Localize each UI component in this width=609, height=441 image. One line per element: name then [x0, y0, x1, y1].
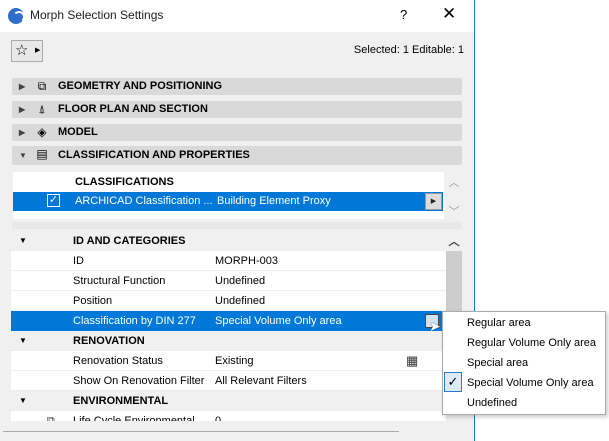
property-row[interactable]: ID MORPH-003	[11, 251, 446, 271]
property-group-header[interactable]: ▼ ID AND CATEGORIES	[11, 231, 446, 251]
property-group-header[interactable]: ▼ RENOVATION	[11, 331, 446, 351]
scroll-up-icon[interactable]: ︿	[446, 233, 462, 249]
collapse-arrow-icon: ▼	[19, 236, 27, 245]
dropdown-option[interactable]: Regular area	[467, 313, 531, 333]
property-name: Renovation Status	[73, 355, 163, 367]
property-row[interactable]: Structural Function Undefined	[11, 271, 446, 291]
section-classification-and-properties[interactable]: ▼ ▤ CLASSIFICATION AND PROPERTIES	[12, 146, 462, 165]
checkmark-icon: ✓	[444, 372, 462, 392]
help-button[interactable]: ?	[400, 7, 407, 22]
classifications-header: CLASSIFICATIONS	[13, 172, 444, 192]
dialog-title: Morph Selection Settings	[30, 8, 164, 22]
section-label: FLOOR PLAN AND SECTION	[58, 103, 208, 115]
section-geometry-and-positioning[interactable]: ▶ ⧉ GEOMETRY AND POSITIONING	[12, 78, 462, 95]
collapse-arrow-icon: ▼	[19, 396, 27, 405]
property-name: Show On Renovation Filter	[73, 375, 205, 387]
expand-arrow-icon: ▶	[19, 128, 26, 137]
group-label: ID AND CATEGORIES	[73, 235, 186, 247]
properties-panel: ▼ ID AND CATEGORIES ID MORPH-003 Structural …	[11, 231, 446, 421]
classifications-header-label: CLASSIFICATIONS	[75, 176, 174, 188]
property-row[interactable]: Show On Renovation Filter All Relevant Fi…	[11, 371, 446, 391]
classification-value: Building Element Proxy	[217, 195, 331, 207]
expand-arrow-icon: ▶	[19, 82, 26, 91]
property-value: 0	[215, 415, 222, 421]
property-row[interactable]: Renovation Status Existing ▦	[11, 351, 446, 371]
property-value: MORPH-003	[215, 255, 278, 267]
property-name: Position	[73, 295, 113, 307]
property-group-header[interactable]: ▼ ENVIRONMENTAL	[11, 391, 446, 411]
property-value: Special Volume Only area	[215, 315, 342, 327]
section-label: CLASSIFICATION AND PROPERTIES	[58, 149, 250, 161]
star-icon: ☆	[15, 42, 29, 59]
morph-selection-settings-dialog: Morph Selection Settings ? ✕ ☆ ▶ Selected…	[0, 0, 475, 441]
section-model[interactable]: ▶ ◈ MODEL	[12, 124, 462, 141]
model-icon: ◈	[37, 125, 47, 139]
dropdown-option[interactable]: Special Volume Only area	[467, 373, 594, 393]
splitter[interactable]	[12, 222, 462, 229]
close-button[interactable]: ✕	[442, 4, 456, 24]
geometry-icon: ⧉	[37, 79, 47, 93]
property-value: Undefined	[215, 295, 266, 307]
classification-menu-button[interactable]: ▶	[425, 193, 442, 210]
scroll-down-icon[interactable]: ﹀	[446, 203, 462, 219]
property-name: ID	[73, 255, 84, 267]
collapse-arrow-icon: ▼	[19, 336, 27, 345]
property-name: Classification by DIN 277	[73, 315, 196, 327]
divider	[3, 431, 399, 432]
section-label: GEOMETRY AND POSITIONING	[58, 80, 222, 92]
classifications-panel: CLASSIFICATIONS ✓ ARCHICAD Classificatio…	[13, 172, 444, 219]
property-value: Undefined	[215, 275, 266, 287]
triangle-right-icon: ▶	[35, 47, 41, 54]
archicad-logo-icon	[8, 8, 25, 24]
dropdown-option[interactable]: Undefined	[467, 393, 517, 413]
favorites-button[interactable]: ☆ ▶	[11, 40, 43, 62]
dropdown-option[interactable]: Special area	[467, 353, 528, 373]
selection-info: Selected: 1 Editable: 1	[353, 44, 464, 56]
checkbox[interactable]: ✓	[47, 194, 60, 207]
dropdown-option[interactable]: Regular Volume Only area	[467, 333, 596, 353]
property-row[interactable]: Position Undefined	[11, 291, 446, 311]
brick-wall-icon[interactable]: ▦	[406, 351, 418, 371]
scroll-up-icon[interactable]: ︿	[446, 174, 462, 190]
property-name: Structural Function	[73, 275, 166, 287]
group-label: ENVIRONMENTAL	[73, 395, 169, 407]
din277-dropdown-menu: ✓ Regular area Regular Volume Only area Sp…	[442, 311, 606, 415]
link-icon: ⧉	[47, 415, 55, 421]
property-value: Existing	[215, 355, 254, 367]
title-bar: Morph Selection Settings ? ✕	[0, 0, 474, 32]
property-row[interactable]: Classification by DIN 277 Special Volume …	[11, 311, 446, 334]
section-label: MODEL	[58, 126, 98, 138]
property-value: All Relevant Filters	[215, 375, 307, 387]
expand-arrow-icon: ▶	[19, 105, 26, 114]
section-floor-plan-and-section[interactable]: ▶ ⍋ FLOOR PLAN AND SECTION	[12, 101, 462, 118]
document-icon: ▤	[36, 147, 48, 161]
collapse-arrow-icon: ▼	[19, 151, 27, 160]
property-name: Life Cycle Environmental	[73, 415, 195, 421]
group-label: RENOVATION	[73, 335, 145, 347]
floor-plan-icon: ⍋	[38, 102, 46, 116]
classification-system: ARCHICAD Classification ...	[75, 195, 213, 207]
classification-row[interactable]: ✓ ARCHICAD Classification ... Building E…	[13, 192, 443, 211]
property-row[interactable]: Life Cycle Environmental 0 ⧉	[11, 411, 446, 421]
